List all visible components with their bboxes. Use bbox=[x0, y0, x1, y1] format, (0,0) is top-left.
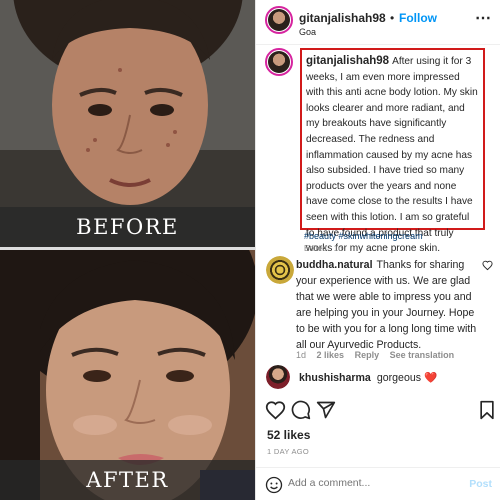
instagram-post-panel: gitanjalishah98 • Follow Goa ⋯ gitanjali… bbox=[255, 0, 500, 500]
comment-body: gorgeous ❤️ bbox=[376, 372, 438, 384]
caption-avatar[interactable] bbox=[265, 48, 293, 76]
heart-icon[interactable] bbox=[265, 400, 286, 421]
author-avatar[interactable] bbox=[265, 6, 293, 34]
add-comment-input[interactable] bbox=[288, 477, 458, 489]
comment-text: buddha.natural Thanks for sharing your ex… bbox=[296, 257, 481, 353]
comment-likes[interactable]: 2 likes bbox=[317, 350, 345, 360]
before-label: BEFORE bbox=[0, 207, 255, 247]
footer-divider bbox=[256, 467, 500, 468]
caption-username[interactable]: gitanjalishah98 bbox=[306, 55, 389, 67]
caption-text: gitanjalishah98 After using it for 3 week… bbox=[306, 54, 479, 257]
author-username[interactable]: gitanjalishah98 bbox=[299, 11, 386, 25]
follow-button[interactable]: Follow bbox=[399, 11, 437, 25]
likes-count[interactable]: 52 likes bbox=[267, 428, 310, 442]
more-options-icon[interactable]: ⋯ bbox=[475, 8, 491, 28]
caption-hashtags[interactable]: #beauty #skinwhiteningcream bbox=[304, 231, 423, 241]
commenter-username[interactable]: khushisharma bbox=[299, 372, 371, 384]
caption-edited-time: Edited · 1d bbox=[304, 244, 343, 253]
highlighted-caption-box: gitanjalishah98 After using it for 3 week… bbox=[300, 48, 485, 254]
bookmark-icon[interactable] bbox=[478, 400, 496, 420]
share-icon[interactable] bbox=[316, 400, 336, 420]
before-photo: BEFORE bbox=[0, 0, 255, 247]
post-actions bbox=[256, 400, 500, 422]
see-translation-link[interactable]: See translation bbox=[390, 350, 455, 360]
post-comment-button[interactable]: Post bbox=[469, 478, 492, 490]
comment-icon[interactable] bbox=[291, 400, 311, 420]
emoji-icon[interactable] bbox=[265, 476, 283, 494]
after-label: AFTER bbox=[0, 460, 255, 500]
commenter-username[interactable]: buddha.natural bbox=[296, 259, 373, 271]
comment-text: khushisharma gorgeous ❤️ bbox=[299, 371, 437, 384]
comment-like-heart-icon[interactable] bbox=[482, 260, 493, 271]
before-after-image: BEFORE AFTER bbox=[0, 0, 255, 500]
post-time: 1 DAY AGO bbox=[267, 447, 310, 456]
commenter-avatar[interactable] bbox=[266, 256, 294, 284]
post-header: gitanjalishah98 • Follow Goa ⋯ bbox=[256, 0, 500, 40]
commenter-avatar[interactable] bbox=[266, 365, 290, 389]
comment-time: 1d bbox=[296, 350, 307, 360]
post-location[interactable]: Goa bbox=[299, 27, 316, 37]
comment-item: khushisharma gorgeous ❤️ bbox=[264, 365, 496, 391]
comment-body: Thanks for sharing your experience with … bbox=[296, 259, 477, 351]
separator-dot: • bbox=[390, 11, 395, 25]
comment-meta: 1d 2 likes Reply See translation bbox=[296, 350, 462, 360]
caption-body: After using it for 3 weeks, I am even mo… bbox=[306, 56, 478, 255]
reply-button[interactable]: Reply bbox=[355, 350, 380, 360]
header-divider bbox=[256, 44, 500, 45]
after-photo: AFTER bbox=[0, 250, 255, 500]
